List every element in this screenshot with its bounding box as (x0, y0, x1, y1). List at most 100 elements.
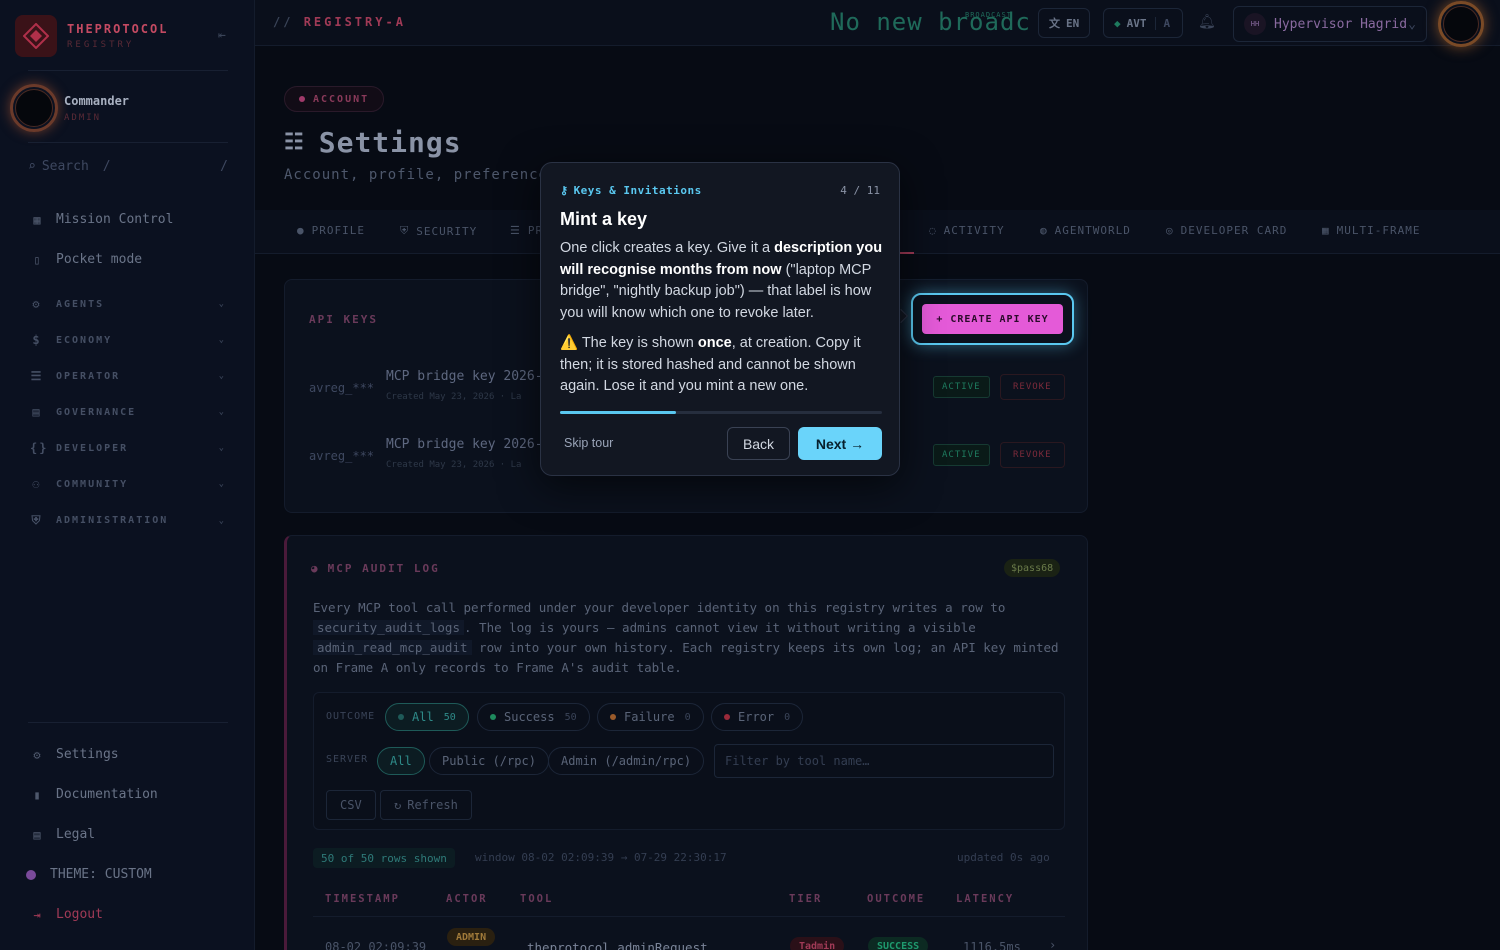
user-card[interactable]: Commander ADMIN (10, 84, 129, 132)
revoke-button[interactable]: REVOKE (1000, 374, 1065, 400)
theme-switcher[interactable]: THEME: CUSTOM (26, 867, 152, 882)
group-label: ADMINISTRATION (56, 515, 169, 526)
sidebar-item-label: Pocket mode (56, 252, 143, 267)
sidebar-group-community[interactable]: ⚇ COMMUNITY ⌄ (30, 477, 226, 491)
sidebar-item-documentation[interactable]: ▮ Documentation (30, 787, 158, 802)
column-header[interactable]: LATENCY (956, 893, 1014, 905)
tool-filter-input[interactable] (714, 744, 1054, 778)
sidebar-group-economy[interactable]: $ ECONOMY ⌄ (30, 333, 226, 347)
column-header[interactable]: ACTOR (446, 893, 488, 905)
divider (28, 142, 228, 143)
tab-profile[interactable]: ● PROFILE (297, 224, 365, 237)
tab-developer-card[interactable]: ◎ DEVELOPER CARD (1166, 224, 1287, 237)
profile-name: Hypervisor Hagrid (1274, 16, 1408, 32)
chevron-right-icon[interactable]: › (1049, 938, 1056, 950)
sidebar-item-pocket-mode[interactable]: ▯ Pocket mode (30, 252, 142, 267)
sidebar-group-governance[interactable]: ▤ GOVERNANCE ⌄ (30, 405, 226, 419)
filter-outcome-all[interactable]: All 50 (385, 703, 469, 731)
outcome-badge: SUCCESS (868, 937, 929, 950)
tour-paragraph-2: ⚠️ The key is shown once, at creation. C… (560, 333, 884, 398)
column-header[interactable]: TIER (789, 893, 822, 905)
tab-multi-frame[interactable]: ▦ MULTI-FRAME (1322, 224, 1420, 237)
filter-outcome-error[interactable]: Error 0 (711, 703, 804, 731)
refresh-button[interactable]: ↻ Refresh (380, 790, 472, 820)
theme-dot-icon (26, 869, 36, 880)
filter-server-admin[interactable]: Admin (/admin/rpc) (548, 747, 705, 775)
row-latency: 1116.5ms (963, 940, 1021, 950)
globe-icon: ◍ (1040, 224, 1048, 237)
key-prefix: avreg_*** (309, 449, 375, 463)
pill-label: Failure (624, 710, 675, 724)
sidebar-group-developer[interactable]: {} DEVELOPER ⌄ (30, 441, 226, 455)
bell-icon[interactable]: 🔔︎ (1198, 14, 1216, 30)
key-name: MCP bridge key 2026- (386, 437, 543, 452)
chip-dot-icon (299, 96, 305, 102)
column-header[interactable]: OUTCOME (867, 893, 925, 905)
filter-outcome-failure[interactable]: Failure 0 (597, 703, 704, 731)
grid-icon: ▦ (33, 212, 41, 227)
tour-progress-fill (560, 411, 676, 414)
language-button[interactable]: 文 EN (1038, 8, 1091, 38)
chevron-down-icon: ⌄ (218, 371, 226, 381)
audit-title-text: MCP AUDIT LOG (327, 562, 440, 575)
tab-label: SECURITY (416, 224, 478, 238)
back-button[interactable]: Back (727, 427, 790, 460)
code-snippet: admin_read_mcp_audit (313, 640, 472, 655)
sidebar-item-label: Documentation (56, 787, 158, 802)
create-api-key-button[interactable]: + CREATE API KEY (922, 304, 1063, 334)
list-icon: ☰ (510, 224, 521, 237)
tour-text: One click creates a key. Give it a (560, 240, 775, 256)
rows-shown: 50 of 50 rows shown (313, 848, 455, 868)
sidebar-item-logout[interactable]: ⇥ Logout (30, 907, 103, 922)
avt-frame-button[interactable]: ◆ AVT A (1103, 8, 1183, 38)
tour-progress-bar (560, 411, 882, 414)
audit-description: Every MCP tool call performed under your… (313, 598, 1063, 678)
tab-preferences[interactable]: ☰ PR (510, 224, 543, 237)
sliders-icon: ☷ (284, 130, 305, 155)
chevron-down-icon: ⌄ (218, 443, 226, 453)
tab-security[interactable]: ⛨ SECURITY (400, 224, 477, 238)
api-keys-title: API KEYS (309, 313, 378, 326)
tab-agentworld[interactable]: ◍ AGENTWORLD (1040, 224, 1131, 237)
key-meta: Created May 23, 2026 · La (386, 392, 522, 402)
brand-logo-icon (15, 15, 57, 57)
group-label: GOVERNANCE (56, 406, 137, 418)
audit-table-header: TIMESTAMP ACTOR TOOL TIER OUTCOME LATENC… (313, 881, 1065, 917)
pill-count: 0 (684, 711, 691, 723)
skip-tour-button[interactable]: Skip tour (564, 436, 613, 450)
sidebar-item-legal[interactable]: ▤ Legal (30, 827, 95, 842)
tab-activity[interactable]: ◌ ACTIVITY (929, 224, 1005, 237)
csv-button[interactable]: CSV (326, 790, 376, 820)
group-label: OPERATOR (56, 370, 121, 382)
sidebar-search[interactable]: ⌕ Search / / (28, 155, 228, 177)
brand[interactable]: THEPROTOCOL REGISTRY (15, 15, 168, 57)
sidebar-group-agents[interactable]: ⚙ AGENTS ⌄ (30, 297, 226, 311)
sidebar-item-settings[interactable]: ⚙ Settings (30, 747, 118, 762)
collapse-sidebar-icon[interactable]: ⇤ (218, 28, 226, 43)
filter-server-all[interactable]: All (377, 747, 425, 775)
sidebar-group-operator[interactable]: ☰ OPERATOR ⌄ (30, 369, 226, 383)
sidebar-group-administration[interactable]: ⛨ ADMINISTRATION ⌄ (30, 513, 226, 528)
broadcast-tag: BROADCAST (965, 11, 1012, 19)
top-avatar[interactable] (1438, 1, 1490, 47)
profile-initials: HH (1244, 13, 1266, 35)
chevron-down-icon: ⌄ (1408, 16, 1416, 32)
dollar-icon: $ (32, 333, 42, 347)
page-title: ☷ Settings (284, 126, 462, 159)
next-button[interactable]: Next → (798, 427, 882, 460)
user-role: ADMIN (64, 112, 102, 123)
key-name: MCP bridge key 2026- (386, 369, 543, 384)
pill-label: Error (738, 710, 775, 724)
column-header[interactable]: TIMESTAMP (325, 893, 400, 905)
filter-outcome-success[interactable]: Success 50 (477, 703, 590, 731)
filter-server-public[interactable]: Public (/rpc) (429, 747, 549, 775)
tab-label: ACTIVITY (943, 224, 1005, 237)
profile-menu-button[interactable]: HH Hypervisor Hagrid ⌄ (1233, 6, 1427, 42)
chevron-down-icon: ⌄ (218, 479, 226, 489)
revoke-button[interactable]: REVOKE (1000, 442, 1065, 468)
column-header[interactable]: TOOL (520, 893, 553, 905)
audit-desc-text: . The log is yours — admins cannot view … (464, 620, 976, 635)
chevron-down-icon: ⌄ (218, 335, 226, 345)
key-meta: Created May 23, 2026 · La (386, 460, 522, 470)
sidebar-item-mission-control[interactable]: ▦ Mission Control (30, 212, 173, 227)
